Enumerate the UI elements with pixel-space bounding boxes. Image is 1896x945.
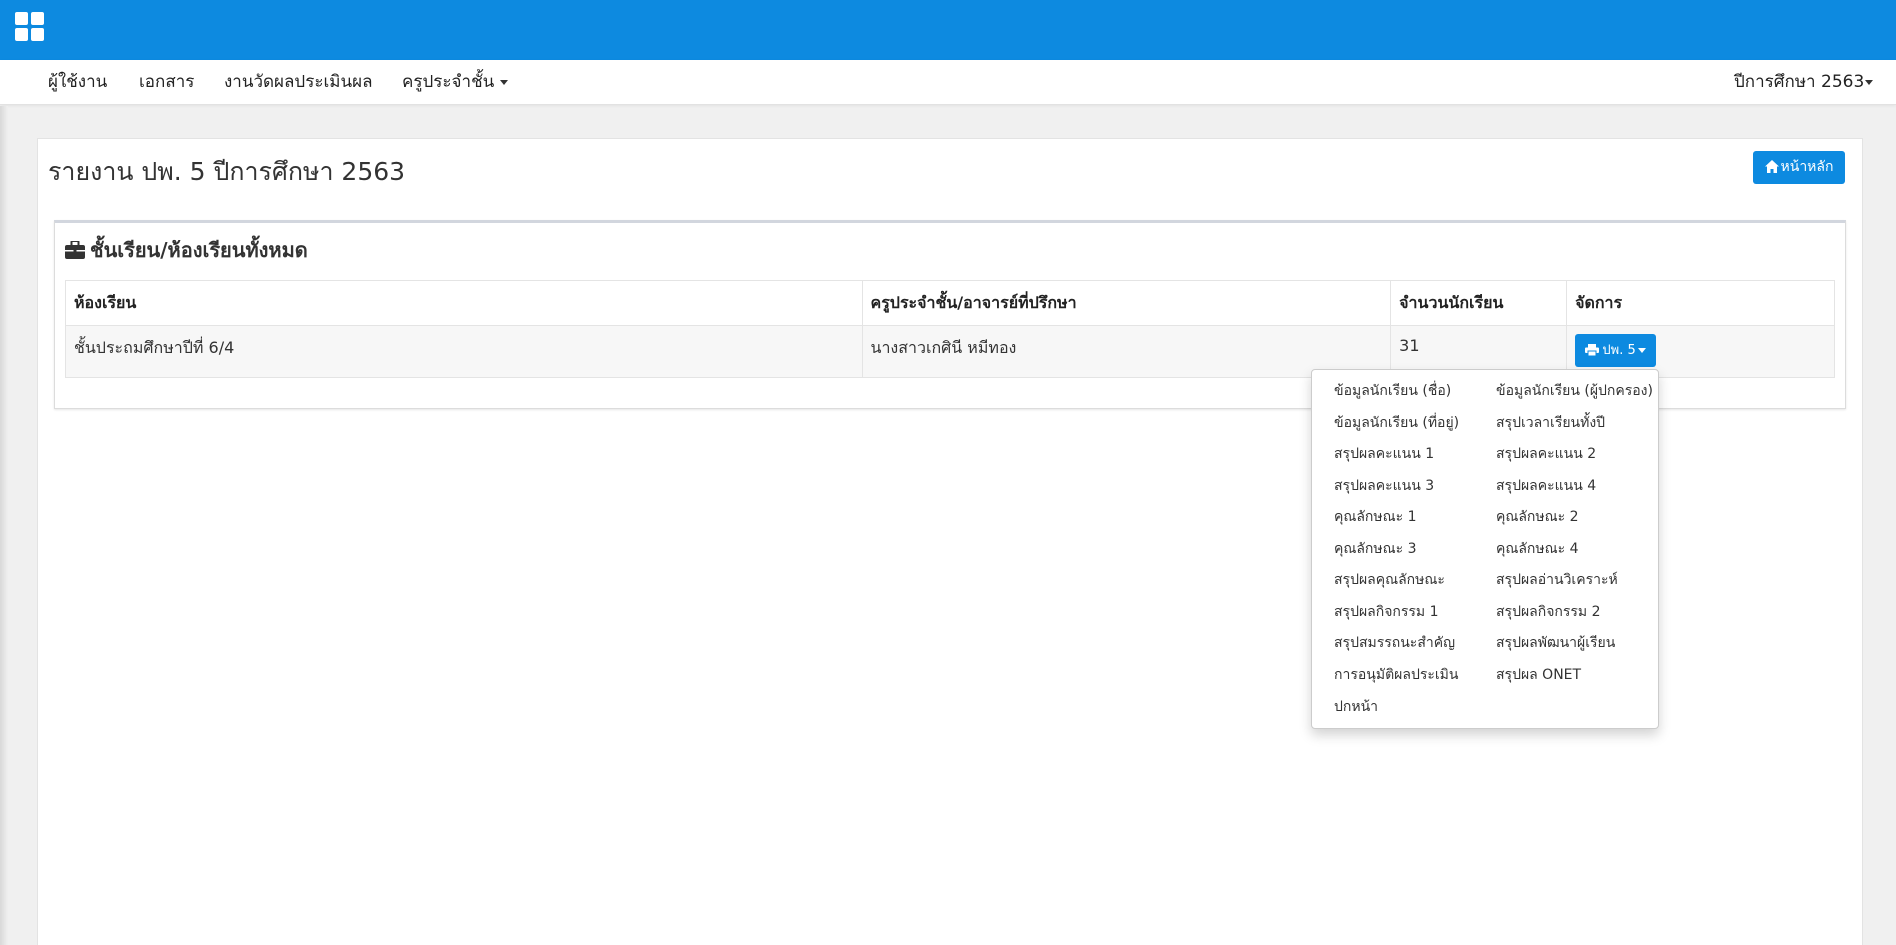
left-edge-shade (0, 106, 8, 945)
briefcase-icon (65, 240, 85, 259)
menu-item-activity-summary-1[interactable]: สรุปผลกิจกรรม 1 (1334, 601, 1439, 623)
menu-item-characteristic-1[interactable]: คุณลักษณะ 1 (1334, 506, 1417, 528)
menu-item-activity-summary-2[interactable]: สรุปผลกิจกรรม 2 (1496, 601, 1601, 623)
menu-item-characteristic-4[interactable]: คุณลักษณะ 4 (1496, 538, 1579, 560)
menu-item-score-summary-2[interactable]: สรุปผลคะแนน 2 (1496, 443, 1596, 465)
home-button[interactable]: หน้าหลัก (1753, 151, 1845, 184)
column-header-teacher: ครูประจำชั้น/อาจารย์ที่ปรึกษา (861, 280, 1392, 326)
panel-title: ชั้นเรียน/ห้องเรียนทั้งหมด (65, 234, 308, 266)
top-bar (0, 0, 1896, 60)
main-navbar: ผู้ใช้งาน เอกสาร งานวัดผลประเมินผล ครูปร… (0, 60, 1896, 105)
pp5-dropdown-button[interactable]: ปพ. 5 (1575, 334, 1657, 367)
nav-item-homeroom-label: ครูประจำชั้น (402, 72, 495, 92)
menu-item-score-summary-1[interactable]: สรุปผลคะแนน 1 (1334, 443, 1434, 465)
menu-item-reading-summary[interactable]: สรุปผลอ่านวิเคราะห์ (1496, 569, 1618, 591)
nav-item-evaluation[interactable]: งานวัดผลประเมินผล (224, 60, 373, 105)
nav-item-documents[interactable]: เอกสาร (139, 60, 194, 105)
grid-icon[interactable] (15, 12, 45, 42)
menu-item-characteristic-3[interactable]: คุณลักษณะ 3 (1334, 538, 1417, 560)
home-icon (1764, 160, 1779, 173)
nav-item-users[interactable]: ผู้ใช้งาน (48, 60, 107, 105)
year-select-dropdown[interactable]: ปีการศึกษา 2563 (1734, 60, 1874, 105)
panel-title-label: ชั้นเรียน/ห้องเรียนทั้งหมด (90, 238, 308, 262)
caret-down-icon (500, 79, 509, 85)
caret-down-icon (1865, 79, 1874, 85)
nav-item-homeroom-dropdown[interactable]: ครูประจำชั้น (402, 60, 509, 105)
home-button-label: หน้าหลัก (1780, 159, 1834, 175)
menu-item-evaluation-approval[interactable]: การอนุมัติผลประเมิน (1334, 664, 1458, 686)
pp5-dropdown-menu: ข้อมูลนักเรียน (ชื่อ) ข้อมูลนักเรียน (ผู… (1311, 369, 1659, 729)
menu-item-characteristic-2[interactable]: คุณลักษณะ 2 (1496, 506, 1579, 528)
menu-item-score-summary-4[interactable]: สรุปผลคะแนน 4 (1496, 475, 1596, 497)
menu-item-front-cover[interactable]: ปกหน้า (1334, 696, 1378, 718)
classroom-table: ห้องเรียน ครูประจำชั้น/อาจารย์ที่ปรึกษา … (65, 280, 1835, 378)
year-select-label: ปีการศึกษา 2563 (1734, 72, 1865, 92)
column-header-students: จำนวนนักเรียน (1390, 280, 1568, 326)
table-header-row: ห้องเรียน ครูประจำชั้น/อาจารย์ที่ปรึกษา … (65, 280, 1835, 326)
page-title: รายงาน ปพ. 5 ปีการศึกษา 2563 (48, 157, 406, 186)
menu-item-student-parents[interactable]: ข้อมูลนักเรียน (ผู้ปกครอง) (1496, 380, 1653, 402)
menu-item-onet-summary[interactable]: สรุปผล ONET (1496, 664, 1581, 686)
pp5-button-label: ปพ. 5 (1602, 343, 1636, 358)
menu-item-attendance-summary[interactable]: สรุปเวลาเรียนทั้งปี (1496, 412, 1605, 434)
menu-item-competency-summary[interactable]: สรุปสมรรถนะสำคัญ (1334, 632, 1455, 654)
menu-item-development-summary[interactable]: สรุปผลพัฒนาผู้เรียน (1496, 632, 1615, 654)
menu-item-score-summary-3[interactable]: สรุปผลคะแนน 3 (1334, 475, 1434, 497)
menu-item-student-address[interactable]: ข้อมูลนักเรียน (ที่อยู่) (1334, 412, 1459, 434)
caret-down-icon (1637, 348, 1646, 353)
menu-item-student-names[interactable]: ข้อมูลนักเรียน (ชื่อ) (1334, 380, 1451, 402)
column-header-actions: จัดการ (1566, 280, 1835, 326)
printer-icon (1585, 344, 1600, 357)
room-cell: ชั้นประถมศึกษาปีที่ 6/4 (65, 325, 863, 378)
menu-item-characteristic-summary[interactable]: สรุปผลคุณลักษณะ (1334, 569, 1445, 591)
column-header-room: ห้องเรียน (65, 280, 863, 326)
